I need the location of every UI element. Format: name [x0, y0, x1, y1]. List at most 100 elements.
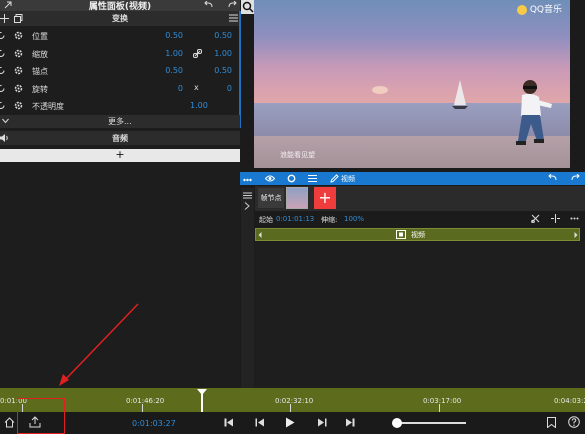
clip-label: 视频: [411, 231, 425, 239]
gear-icon[interactable]: [14, 49, 23, 58]
keyframe-node-strip: 帧节点 +: [255, 186, 585, 211]
chevron-down-icon: [2, 118, 9, 124]
circle-icon[interactable]: [287, 174, 296, 183]
position-x-value[interactable]: 0.50: [165, 31, 183, 40]
go-to-start-icon[interactable]: [224, 418, 234, 427]
transform-row-scale: 缩放 1.00 1.00: [0, 45, 240, 63]
more-label: 更多...: [108, 117, 132, 126]
redo-icon[interactable]: [571, 174, 580, 182]
reset-icon[interactable]: [0, 101, 6, 110]
pencil-icon[interactable]: [330, 174, 339, 183]
more-dots-icon[interactable]: [570, 214, 579, 223]
keyframe-node-button[interactable]: 帧节点: [258, 188, 284, 208]
chevron-right-icon[interactable]: [244, 202, 250, 210]
undo-icon[interactable]: [548, 174, 557, 182]
list-icon[interactable]: [243, 192, 252, 199]
more-dots-icon[interactable]: [243, 175, 252, 182]
transform-row-position: 位置 0.50 0.50: [0, 27, 240, 45]
scale-y-value[interactable]: 1.00: [214, 49, 232, 58]
start-label: 起始: [259, 216, 273, 224]
film-icon: [396, 230, 406, 239]
magnifier-icon: [242, 1, 254, 13]
scale-label: 缩放: [32, 50, 48, 59]
more-button[interactable]: 更多...: [0, 115, 240, 128]
add-keyframe-button[interactable]: +: [314, 187, 336, 209]
clip-left-handle-icon[interactable]: [258, 232, 262, 238]
brand-watermark: QQ音乐: [516, 2, 562, 15]
video-mode-label[interactable]: 视频: [341, 174, 355, 184]
home-icon[interactable]: [4, 417, 15, 428]
music-icon: [516, 4, 527, 15]
gear-icon[interactable]: [14, 84, 23, 93]
scale-x-value[interactable]: 1.00: [165, 49, 183, 58]
split-icon[interactable]: [551, 214, 560, 223]
reset-icon[interactable]: [0, 66, 6, 75]
eye-icon[interactable]: [265, 174, 275, 183]
anchor-x-value[interactable]: 0.50: [165, 66, 183, 75]
position-y-value[interactable]: 0.50: [214, 31, 232, 40]
ruler-tick-mark: [290, 404, 291, 412]
undo-icon[interactable]: [204, 1, 213, 9]
clip-info-bar: 起始 0:01:01:13 伸缩: 100%: [255, 212, 585, 226]
scissors-icon[interactable]: [531, 214, 540, 223]
transport-bar: [0, 412, 585, 434]
side-strip: [241, 188, 254, 388]
sun-glare: [372, 86, 388, 94]
video-preview[interactable]: QQ音乐 浪能看见望: [254, 0, 570, 168]
clip-right-handle-icon[interactable]: [574, 232, 578, 238]
rotation-separator: x: [194, 83, 199, 92]
ruler-tick-mark: [142, 404, 143, 412]
audio-header[interactable]: 音频: [0, 131, 240, 145]
gear-icon[interactable]: [14, 31, 23, 40]
running-child-image: [516, 80, 552, 145]
video-caption: 浪能看见望: [280, 151, 315, 159]
gear-icon[interactable]: [14, 66, 23, 75]
ruler-tick-label: 0:01:46:20: [126, 397, 165, 405]
step-forward-icon[interactable]: [317, 418, 327, 427]
video-clip[interactable]: 视频: [255, 228, 580, 241]
annotation-arrow: [59, 303, 139, 386]
reset-icon[interactable]: [0, 49, 6, 58]
start-value[interactable]: 0:01:01:13: [276, 215, 314, 223]
track-area: [255, 242, 585, 388]
link-icon[interactable]: [193, 49, 202, 58]
position-label: 位置: [32, 32, 48, 41]
transform-row-rotation: 旋转 0 x 0: [0, 80, 240, 98]
rotation-label: 旋转: [32, 85, 48, 94]
play-icon[interactable]: [285, 417, 295, 428]
anchor-label: 锚点: [32, 67, 48, 76]
redo-icon[interactable]: [228, 1, 237, 9]
zoom-button[interactable]: [241, 0, 255, 14]
current-timecode: 0:01:03:27: [132, 419, 176, 428]
opacity-value[interactable]: 1.00: [190, 101, 208, 110]
transform-row-opacity: 不透明度 1.00: [0, 97, 240, 115]
bookmark-icon[interactable]: [547, 417, 556, 428]
anchor-y-value[interactable]: 0.50: [214, 66, 232, 75]
add-effect-button[interactable]: +: [0, 149, 240, 162]
list-icon[interactable]: [308, 174, 317, 183]
opacity-label: 不透明度: [32, 102, 64, 111]
gear-icon[interactable]: [14, 101, 23, 110]
panel-titlebar: 属性面板(视频): [0, 0, 240, 12]
ruler-tick-mark: [439, 404, 440, 412]
brand-label: QQ音乐: [529, 5, 562, 15]
go-to-end-icon[interactable]: [345, 418, 355, 427]
rotation-value[interactable]: 0: [178, 84, 183, 93]
keyframe-thumbnail[interactable]: [286, 187, 308, 209]
playhead-marker-icon[interactable]: [197, 389, 207, 395]
ruler-tick-label: 0:03:17:00: [423, 397, 462, 405]
timeline-toolbar: 视频: [240, 172, 585, 185]
timeline-ruler[interactable]: 0:01:00 0:01:46:20 0:02:32:10 0:03:17:00…: [0, 388, 585, 412]
reset-icon[interactable]: [0, 84, 6, 93]
help-icon[interactable]: [568, 416, 580, 428]
rotation-turns-value[interactable]: 0: [227, 84, 232, 93]
stretch-value[interactable]: 100%: [344, 215, 364, 223]
step-back-icon[interactable]: [255, 418, 265, 427]
reset-icon[interactable]: [0, 31, 6, 40]
ruler-tick-label: 0:04:03:20: [554, 397, 585, 405]
audio-title: 音频: [112, 134, 128, 143]
ruler-tick-label: 0:02:32:10: [275, 397, 314, 405]
sailboat-image: [452, 80, 468, 109]
volume-slider-knob[interactable]: [392, 418, 402, 428]
volume-slider[interactable]: [396, 422, 466, 424]
